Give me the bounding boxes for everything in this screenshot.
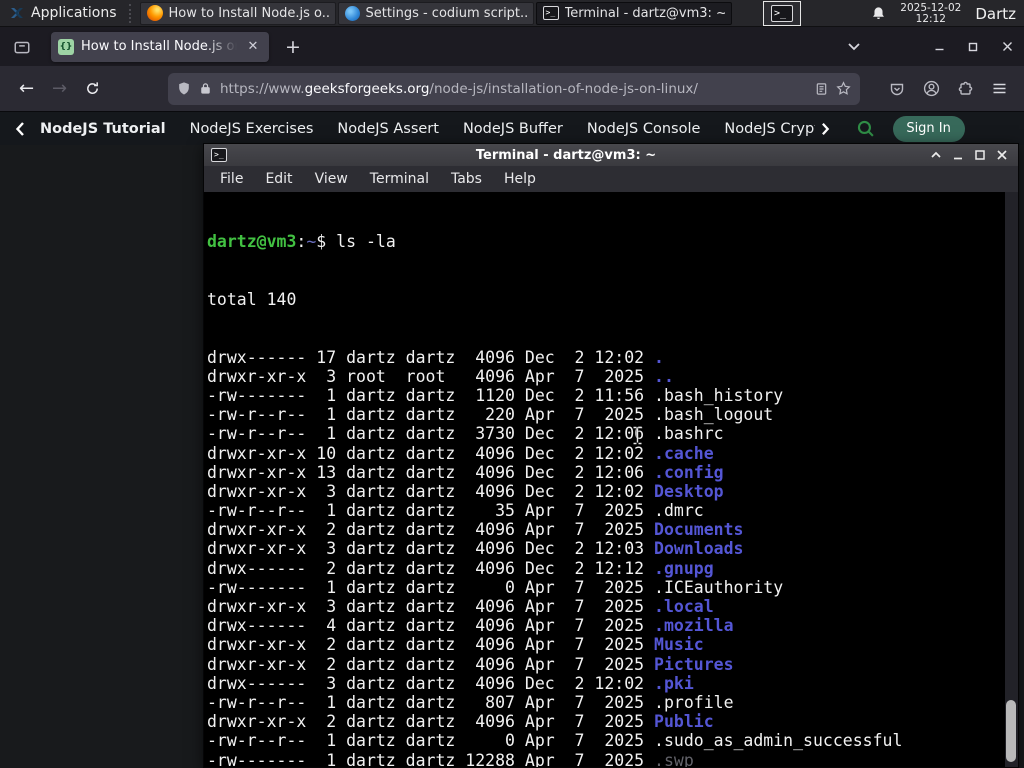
menu-hamburger-icon[interactable] bbox=[982, 74, 1016, 104]
terminal-output-line: drwxr-xr-x 3 dartz dartz 4096 Dec 2 12:0… bbox=[207, 539, 744, 559]
terminal-title: Terminal - dartz@vm3: ~ bbox=[475, 147, 657, 163]
browser-tab-active[interactable]: {} How to Install Node.js on ✕ bbox=[51, 31, 269, 62]
site-nav-links: NodeJS Exercises NodeJS Assert NodeJS Buff… bbox=[190, 121, 815, 137]
site-nav-link[interactable]: NodeJS Crypto bbox=[724, 121, 814, 137]
notification-bell-icon[interactable] bbox=[871, 6, 886, 21]
terminal-output-line: drwxr-xr-x 2 dartz dartz 4096 Apr 7 2025… bbox=[207, 520, 744, 540]
taskbar-button-terminal[interactable]: >_ Terminal - dartz@vm3: ~ bbox=[535, 1, 732, 25]
terminal-scrollbar[interactable] bbox=[1005, 192, 1018, 767]
terminal-maximize-button[interactable] bbox=[971, 147, 989, 163]
terminal-output-line: drwxr-xr-x 2 dartz dartz 4096 Apr 7 2025… bbox=[207, 712, 714, 732]
terminal-output-line: total 140 bbox=[207, 290, 297, 309]
terminal-menu-item[interactable]: Help bbox=[493, 166, 547, 192]
pocket-icon[interactable] bbox=[880, 74, 914, 104]
url-text: https://www.geeksforgeeks.org/node-js/in… bbox=[220, 80, 698, 97]
terminal-listing: drwx------ 17 dartz dartz 4096 Dec 2 12:… bbox=[207, 348, 1018, 767]
terminal-output-line: -rw-r--r-- 1 dartz dartz 220 Apr 7 2025 … bbox=[207, 405, 774, 425]
terminal-output-line: drwxr-xr-x 3 dartz dartz 4096 Dec 2 12:0… bbox=[207, 481, 724, 501]
tab-close-icon[interactable]: ✕ bbox=[244, 38, 262, 56]
terminal-output-line: drwxr-xr-x 13 dartz dartz 4096 Dec 2 12:… bbox=[207, 462, 724, 482]
terminal-output-line: drwxr-xr-x 2 dartz dartz 4096 Apr 7 2025… bbox=[207, 654, 734, 674]
applications-label: Applications bbox=[31, 5, 117, 21]
list-all-tabs-chevron-icon[interactable] bbox=[838, 32, 870, 62]
terminal-output-line: drwx------ 17 dartz dartz 4096 Dec 2 12:… bbox=[207, 347, 664, 367]
nav-chevron-left-icon[interactable] bbox=[8, 114, 32, 144]
firefox-icon bbox=[146, 5, 163, 21]
terminal-output-line: drwx------ 2 dartz dartz 4096 Dec 2 12:1… bbox=[207, 558, 714, 578]
panel-clock[interactable]: 2025-12-02 12:12 bbox=[900, 2, 961, 25]
terminal-output-line: -rw------- 1 dartz dartz 1120 Dec 2 11:5… bbox=[207, 385, 784, 405]
distro-logo-icon bbox=[9, 5, 25, 21]
tray-terminal-launcher[interactable]: >_ bbox=[763, 1, 801, 26]
bookmark-star-icon[interactable] bbox=[836, 81, 851, 96]
forward-button[interactable]: → bbox=[43, 78, 76, 99]
url-bar[interactable]: https://www.geeksforgeeks.org/node-js/in… bbox=[168, 72, 860, 105]
window-close-button[interactable] bbox=[990, 32, 1024, 62]
terminal-scrollbar-thumb[interactable] bbox=[1006, 700, 1016, 762]
browser-tab-bar: {} How to Install Node.js on ✕ + bbox=[0, 27, 1024, 66]
firefox-view-icon[interactable] bbox=[6, 32, 38, 62]
terminal-output-line: drwxr-xr-x 3 root root 4096 Apr 7 2025 .… bbox=[207, 366, 674, 386]
terminal-output-line: -rw-r--r-- 1 dartz dartz 807 Apr 7 2025 … bbox=[207, 692, 734, 712]
terminal-icon: >_ bbox=[771, 5, 793, 22]
site-nav-bar: NodeJS Tutorial NodeJS Exercises NodeJS A… bbox=[0, 112, 1024, 145]
applications-menu-button[interactable]: Applications bbox=[0, 0, 126, 27]
tracking-shield-icon[interactable] bbox=[177, 81, 191, 96]
terminal-titlebar[interactable]: >_ Terminal - dartz@vm3: ~ bbox=[204, 144, 1018, 166]
terminal-output-line: -rw-r--r-- 1 dartz dartz 3730 Dec 2 12:0… bbox=[207, 424, 724, 444]
terminal-output-line: -rw------- 1 dartz dartz 12288 Apr 7 202… bbox=[207, 750, 694, 767]
browser-toolbar: ← → https://www.geeksforgeeks.org/node-j… bbox=[0, 66, 1024, 112]
taskbar-button-firefox[interactable]: How to Install Node.js o... bbox=[139, 1, 336, 25]
extensions-icon[interactable] bbox=[948, 74, 982, 104]
terminal-menu-item[interactable]: Terminal bbox=[359, 166, 440, 192]
site-nav-link[interactable]: NodeJS Buffer bbox=[463, 121, 563, 137]
terminal-output-line: drwx------ 3 dartz dartz 4096 Dec 2 12:0… bbox=[207, 673, 694, 693]
terminal-menubar: File Edit View Terminal Tabs Help bbox=[204, 166, 1018, 192]
terminal-output-line: drwxr-xr-x 2 dartz dartz 4096 Apr 7 2025… bbox=[207, 635, 704, 655]
terminal-prompt-line: dartz@vm3:~$ ls -la bbox=[207, 232, 396, 252]
codium-icon bbox=[344, 5, 360, 21]
terminal-icon: >_ bbox=[542, 6, 559, 20]
terminal-minimize-button[interactable] bbox=[949, 147, 967, 163]
mouse-cursor-ibeam bbox=[632, 426, 643, 445]
nav-chevron-right-icon[interactable] bbox=[815, 114, 837, 144]
terminal-menu-item[interactable]: View bbox=[304, 166, 359, 192]
terminal-output-line: drwx------ 4 dartz dartz 4096 Apr 7 2025… bbox=[207, 616, 734, 636]
window-minimize-button[interactable] bbox=[922, 32, 956, 62]
terminal-menu-item[interactable]: Edit bbox=[254, 166, 303, 192]
reload-button[interactable] bbox=[76, 74, 108, 104]
terminal-rollup-button[interactable] bbox=[927, 147, 945, 163]
desktop-panel: Applications How to Install Node.js o...… bbox=[0, 0, 1024, 27]
window-maximize-button[interactable] bbox=[956, 32, 990, 62]
taskbar-button-codium[interactable]: Settings - codium script... bbox=[337, 1, 534, 25]
site-favicon: {} bbox=[58, 38, 74, 55]
back-button[interactable]: ← bbox=[10, 78, 43, 99]
site-nav-link[interactable]: NodeJS Console bbox=[587, 121, 701, 137]
terminal-window: >_ Terminal - dartz@vm3: ~ File Edit View T… bbox=[203, 143, 1019, 768]
site-nav-link[interactable]: NodeJS Assert bbox=[337, 121, 439, 137]
terminal-output-line: -rw-r--r-- 1 dartz dartz 0 Apr 7 2025 .s… bbox=[207, 731, 903, 751]
terminal-menu-item[interactable]: Tabs bbox=[440, 166, 493, 192]
account-icon[interactable] bbox=[914, 74, 948, 104]
panel-separator bbox=[128, 3, 136, 23]
terminal-output: dartz@vm3:~$ ls -la total 140 drwx------… bbox=[204, 192, 1018, 767]
site-nav-primary-link[interactable]: NodeJS Tutorial bbox=[40, 121, 166, 137]
tab-title: How to Install Node.js on bbox=[81, 39, 237, 54]
terminal-output-line: drwxr-xr-x 10 dartz dartz 4096 Dec 2 12:… bbox=[207, 443, 714, 463]
terminal-menu-item[interactable]: File bbox=[209, 166, 254, 192]
site-nav-link[interactable]: NodeJS Exercises bbox=[190, 121, 314, 137]
terminal-output-line: drwxr-xr-x 3 dartz dartz 4096 Apr 7 2025… bbox=[207, 597, 714, 617]
reader-view-icon[interactable] bbox=[815, 82, 828, 96]
new-tab-button[interactable]: + bbox=[278, 36, 308, 58]
terminal-output-line: -rw------- 1 dartz dartz 0 Apr 7 2025 .I… bbox=[207, 577, 784, 597]
lock-icon[interactable] bbox=[199, 81, 212, 96]
panel-user-label[interactable]: Dartz bbox=[975, 5, 1016, 23]
terminal-output-line: -rw-r--r-- 1 dartz dartz 35 Apr 7 2025 .… bbox=[207, 501, 704, 521]
search-icon[interactable] bbox=[853, 114, 879, 144]
sign-in-button[interactable]: Sign In bbox=[892, 115, 965, 142]
terminal-close-button[interactable] bbox=[993, 147, 1011, 163]
